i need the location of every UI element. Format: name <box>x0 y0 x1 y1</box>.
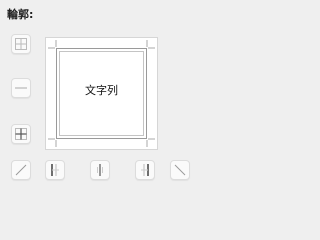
border-right-button[interactable] <box>135 160 155 180</box>
vertical-line-icon <box>97 164 103 176</box>
border-left-icon <box>51 164 59 176</box>
border-inner-horizontal-button[interactable] <box>11 78 31 98</box>
border-all-button[interactable] <box>11 34 31 54</box>
border-section-label: 輪郭: <box>7 8 34 21</box>
border-inner-vertical-button[interactable] <box>90 160 110 180</box>
border-preview[interactable]: 文字列 <box>45 37 158 150</box>
diagonal-up-icon <box>15 164 27 176</box>
border-inner-all-button[interactable] <box>11 124 31 144</box>
border-right-icon <box>141 164 149 176</box>
horizontal-line-icon <box>15 87 27 89</box>
grid-inner-icon <box>15 128 27 140</box>
diagonal-up-button[interactable] <box>11 160 31 180</box>
diagonal-down-button[interactable] <box>170 160 190 180</box>
preview-sample-text: 文字列 <box>85 84 118 97</box>
border-left-button[interactable] <box>45 160 65 180</box>
grid-all-icon <box>15 38 27 50</box>
diagonal-down-icon <box>174 164 186 176</box>
